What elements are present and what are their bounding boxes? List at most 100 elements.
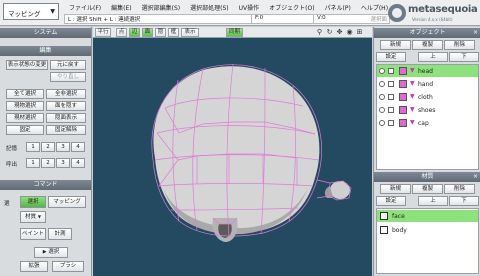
lock-icon[interactable] xyxy=(388,120,394,126)
menu-edit[interactable]: 編集(E) xyxy=(106,2,136,12)
deselect-all-button[interactable]: 全非選択 xyxy=(46,89,86,99)
lock-icon[interactable] xyxy=(388,94,394,100)
material-command-button[interactable]: 材質 ▼ xyxy=(20,211,46,223)
object-name: hand xyxy=(418,81,434,88)
logo-version: Version 4.x.x (64bit) xyxy=(412,17,453,22)
display-button[interactable]: 表示 xyxy=(181,28,199,37)
edit-panel-title[interactable]: 編集 xyxy=(0,46,91,56)
material-settings-button[interactable]: 設定 xyxy=(376,196,406,206)
select-current-button[interactable]: 現物選択 xyxy=(6,101,44,111)
lock-icon[interactable] xyxy=(388,107,394,113)
object-new-button[interactable]: 新規 xyxy=(380,40,411,50)
object-duplicate-button[interactable]: 複製 xyxy=(412,40,443,50)
logo-mark-icon xyxy=(388,4,406,22)
3d-viewport[interactable]: 平行 点 辺 面 隠 框 表示 同期 ⚲ ↻ ✥ ◉ ⊞ xyxy=(93,27,372,276)
object-delete-button[interactable]: 削除 xyxy=(444,40,475,50)
layout-icon[interactable]: ⊞ xyxy=(355,28,364,37)
menu-file[interactable]: ファイル(F) xyxy=(64,2,106,12)
current-material-select-button[interactable]: 現材選択 xyxy=(6,113,44,123)
object-down-button[interactable]: 下 xyxy=(449,52,479,62)
object-row-cloth[interactable]: ▼ cloth xyxy=(377,91,478,103)
unfix-button[interactable]: 固定解除 xyxy=(46,125,86,135)
mode-select[interactable]: マッピング ▼ xyxy=(3,3,59,20)
redo-button[interactable]: やり直し xyxy=(50,72,86,82)
visibility-icon[interactable] xyxy=(379,94,385,100)
memory-slot-3[interactable]: 3 xyxy=(56,142,70,152)
material-up-button[interactable]: 上 xyxy=(418,196,448,206)
mapping-command-button[interactable]: マッピング xyxy=(48,196,86,208)
memory-slot-1[interactable]: 1 xyxy=(26,142,40,152)
visibility-icon[interactable] xyxy=(379,120,385,126)
hidden-toggle[interactable]: 隠 xyxy=(155,28,166,37)
menu-object[interactable]: オブジェクト(O) xyxy=(264,2,319,12)
menu-selection-edit[interactable]: 選択部編集(S) xyxy=(137,2,186,12)
memory-slot-2[interactable]: 2 xyxy=(41,142,55,152)
recall-slot-1[interactable]: 1 xyxy=(26,158,40,168)
ortho-toggle[interactable]: 平行 xyxy=(95,28,111,37)
face-mode-button[interactable]: 面 xyxy=(142,28,153,37)
measure-command-button[interactable]: 計測 xyxy=(48,228,72,240)
select-tool-label: 選択 xyxy=(48,249,60,255)
brush-tool-button[interactable]: プラシ xyxy=(52,261,84,272)
undo-button[interactable]: 元に戻す xyxy=(50,60,86,70)
expand-triangle-icon[interactable]: ▼ xyxy=(410,80,415,87)
select-tool-button[interactable]: ▶ 選択 xyxy=(34,247,68,258)
object-row-hand[interactable]: ▼ hand xyxy=(377,78,478,90)
fix-button[interactable]: 固定 xyxy=(6,125,44,135)
command-panel-title[interactable]: コマンド xyxy=(0,180,91,190)
object-up-button[interactable]: 上 xyxy=(418,52,448,62)
select-all-button[interactable]: 全て選択 xyxy=(6,89,44,99)
menu-panel[interactable]: パネル(P) xyxy=(320,2,356,12)
logo-name: metasequoia 4 xyxy=(408,4,480,15)
expand-triangle-icon[interactable]: ▼ xyxy=(410,106,415,113)
recall-slot-3[interactable]: 3 xyxy=(56,158,70,168)
select-command-button[interactable]: 選択 xyxy=(20,196,46,208)
material-row-body[interactable]: body xyxy=(377,224,478,236)
material-name: face xyxy=(392,213,405,220)
object-color-swatch xyxy=(399,67,407,75)
point-mode-button[interactable]: 点 xyxy=(116,28,127,37)
model-view[interactable] xyxy=(93,38,372,276)
memory-slot-4[interactable]: 4 xyxy=(71,142,85,152)
object-name: head xyxy=(418,68,433,75)
close-icon[interactable]: × xyxy=(473,28,478,38)
material-down-button[interactable]: 下 xyxy=(449,196,479,206)
material-duplicate-button[interactable]: 複製 xyxy=(412,184,443,194)
visibility-icon[interactable] xyxy=(379,68,385,74)
close-icon[interactable]: × xyxy=(473,172,478,182)
material-delete-button[interactable]: 削除 xyxy=(444,184,475,194)
expand-triangle-icon[interactable]: ▼ xyxy=(410,119,415,126)
paint-command-button[interactable]: ペイント xyxy=(20,228,46,240)
app-logo: metasequoia 4 Version 4.x.x (64bit) xyxy=(388,1,480,25)
camera-icon[interactable]: ◉ xyxy=(345,28,354,37)
material-new-button[interactable]: 新規 xyxy=(380,184,411,194)
recall-slot-4[interactable]: 4 xyxy=(71,158,85,168)
object-settings-button[interactable]: 設定 xyxy=(376,52,406,62)
rotate-icon[interactable]: ↻ xyxy=(325,28,334,37)
lock-icon[interactable] xyxy=(388,68,394,74)
material-row-face[interactable]: face xyxy=(377,210,478,222)
visibility-icon[interactable] xyxy=(379,81,385,87)
edge-mode-button[interactable]: 辺 xyxy=(129,28,140,37)
menu-selection-process[interactable]: 選択部処理(S) xyxy=(185,2,234,12)
visibility-icon[interactable] xyxy=(379,107,385,113)
hide-faces-button[interactable]: 面を隠す xyxy=(46,101,86,111)
show-hidden-button[interactable]: 隠面表示 xyxy=(46,113,86,123)
material-color-swatch xyxy=(380,226,388,234)
recall-slot-2[interactable]: 2 xyxy=(41,158,55,168)
system-panel-title[interactable]: システム xyxy=(0,28,91,38)
object-row-head[interactable]: ▼ head xyxy=(377,65,478,77)
sync-toggle[interactable]: 同期 xyxy=(226,28,243,37)
expand-triangle-icon[interactable]: ▼ xyxy=(410,93,415,100)
menu-uv[interactable]: UV操作 xyxy=(234,2,265,12)
frame-toggle[interactable]: 框 xyxy=(168,28,179,37)
object-color-swatch xyxy=(399,80,407,88)
move-icon[interactable]: ✥ xyxy=(335,28,344,37)
object-row-shoes[interactable]: ▼ shoes xyxy=(377,104,478,116)
object-row-cap[interactable]: ▼ cap xyxy=(377,117,478,129)
expand-triangle-icon[interactable]: ▼ xyxy=(410,67,415,74)
restore-display-button[interactable]: 表示状態の変更 xyxy=(6,60,48,70)
zoom-icon[interactable]: ⚲ xyxy=(315,28,324,37)
expand-tool-button[interactable]: 拡張 xyxy=(20,261,48,272)
lock-icon[interactable] xyxy=(388,81,394,87)
